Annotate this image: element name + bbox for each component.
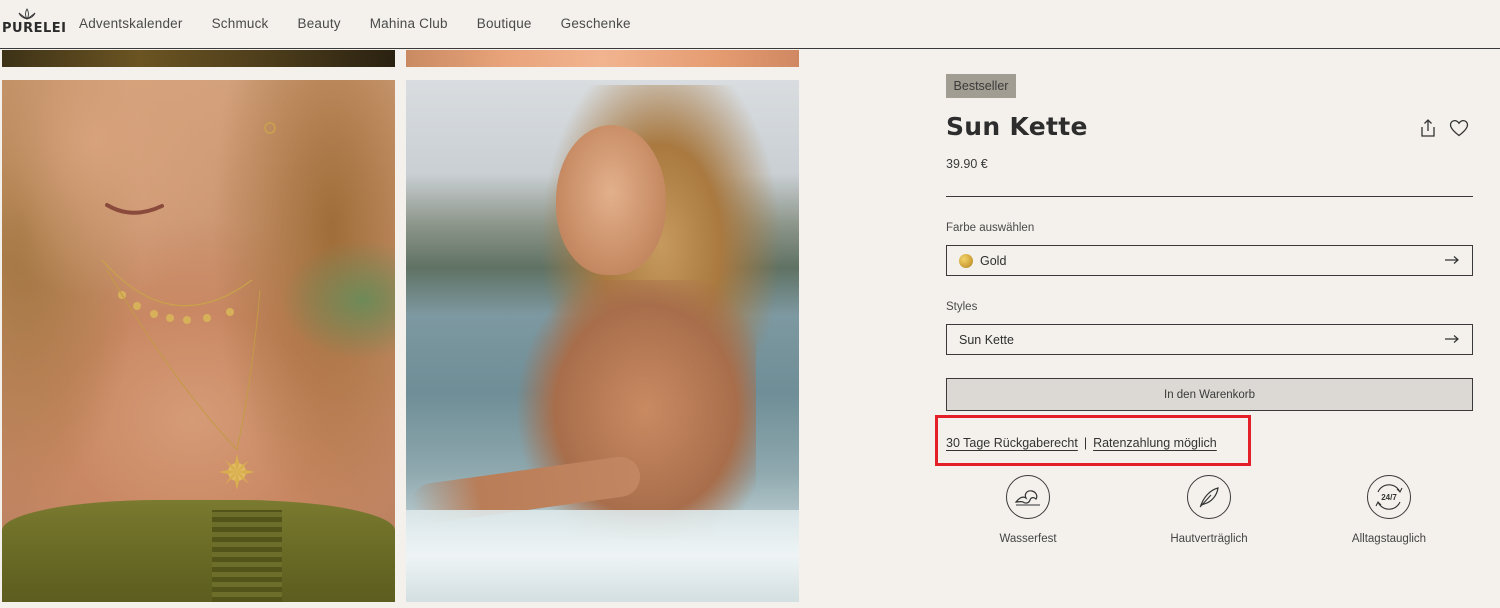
styles-value: Sun Kette xyxy=(959,332,1014,347)
feature-skin-friendly: Hautverträglich xyxy=(1149,475,1269,545)
bikini-top xyxy=(2,500,395,602)
installments-link[interactable]: Ratenzahlung möglich xyxy=(1093,436,1217,450)
nav-item-mahina-club[interactable]: Mahina Club xyxy=(370,16,448,31)
nav-item-beauty[interactable]: Beauty xyxy=(298,16,341,31)
arrow-right-icon xyxy=(1445,256,1459,264)
gold-swatch xyxy=(959,253,973,268)
divider xyxy=(946,196,1473,197)
feature-waterproof: Wasserfest xyxy=(968,475,1088,545)
main-nav: Adventskalender Schmuck Beauty Mahina Cl… xyxy=(79,16,660,31)
product-image-1[interactable] xyxy=(2,50,395,67)
bestseller-badge: Bestseller xyxy=(946,74,1016,98)
info-links: 30 Tage Rückgaberecht | Ratenzahlung mög… xyxy=(946,436,1217,450)
styles-label: Styles xyxy=(946,301,978,313)
site-header: PURELEI Adventskalender Schmuck Beauty M… xyxy=(0,0,1500,49)
nav-item-boutique[interactable]: Boutique xyxy=(477,16,532,31)
water-foam xyxy=(406,510,799,602)
returns-link[interactable]: 30 Tage Rückgaberecht xyxy=(946,436,1078,450)
wave-icon xyxy=(1006,475,1050,519)
product-title: Sun Kette xyxy=(946,112,1088,141)
feature-label-everyday: Alltagstauglich xyxy=(1351,533,1427,545)
styles-select[interactable]: Sun Kette xyxy=(946,324,1473,355)
model-face xyxy=(556,125,666,275)
24-7-icon: 24/7 xyxy=(1367,475,1411,519)
feature-label-waterproof: Wasserfest xyxy=(999,533,1057,545)
nav-item-adventskalender[interactable]: Adventskalender xyxy=(79,16,183,31)
color-select[interactable]: Gold xyxy=(946,245,1473,276)
product-image-4[interactable] xyxy=(406,80,799,602)
color-value: Gold xyxy=(980,253,1007,268)
link-separator: | xyxy=(1083,436,1088,450)
nav-item-schmuck[interactable]: Schmuck xyxy=(212,16,269,31)
color-label: Farbe auswählen xyxy=(946,222,1035,234)
product-image-2[interactable] xyxy=(406,50,799,67)
product-image-3[interactable] xyxy=(2,80,395,602)
nav-item-geschenke[interactable]: Geschenke xyxy=(561,16,631,31)
share-icon[interactable] xyxy=(1418,118,1438,138)
heart-icon[interactable] xyxy=(1449,119,1469,137)
purelei-logo[interactable]: PURELEI xyxy=(2,8,67,42)
feature-label-skin-friendly: Hautverträglich xyxy=(1170,533,1248,545)
lotus-icon xyxy=(18,8,36,20)
logo-text: PURELEI xyxy=(2,21,67,36)
product-price: 39.90 € xyxy=(946,157,988,171)
add-to-cart-button[interactable]: In den Warenkorb xyxy=(946,378,1473,411)
arrow-right-icon xyxy=(1445,335,1459,343)
svg-text:24/7: 24/7 xyxy=(1381,493,1397,502)
feature-everyday: 24/7 Alltagstauglich xyxy=(1329,475,1449,545)
feather-icon xyxy=(1187,475,1231,519)
